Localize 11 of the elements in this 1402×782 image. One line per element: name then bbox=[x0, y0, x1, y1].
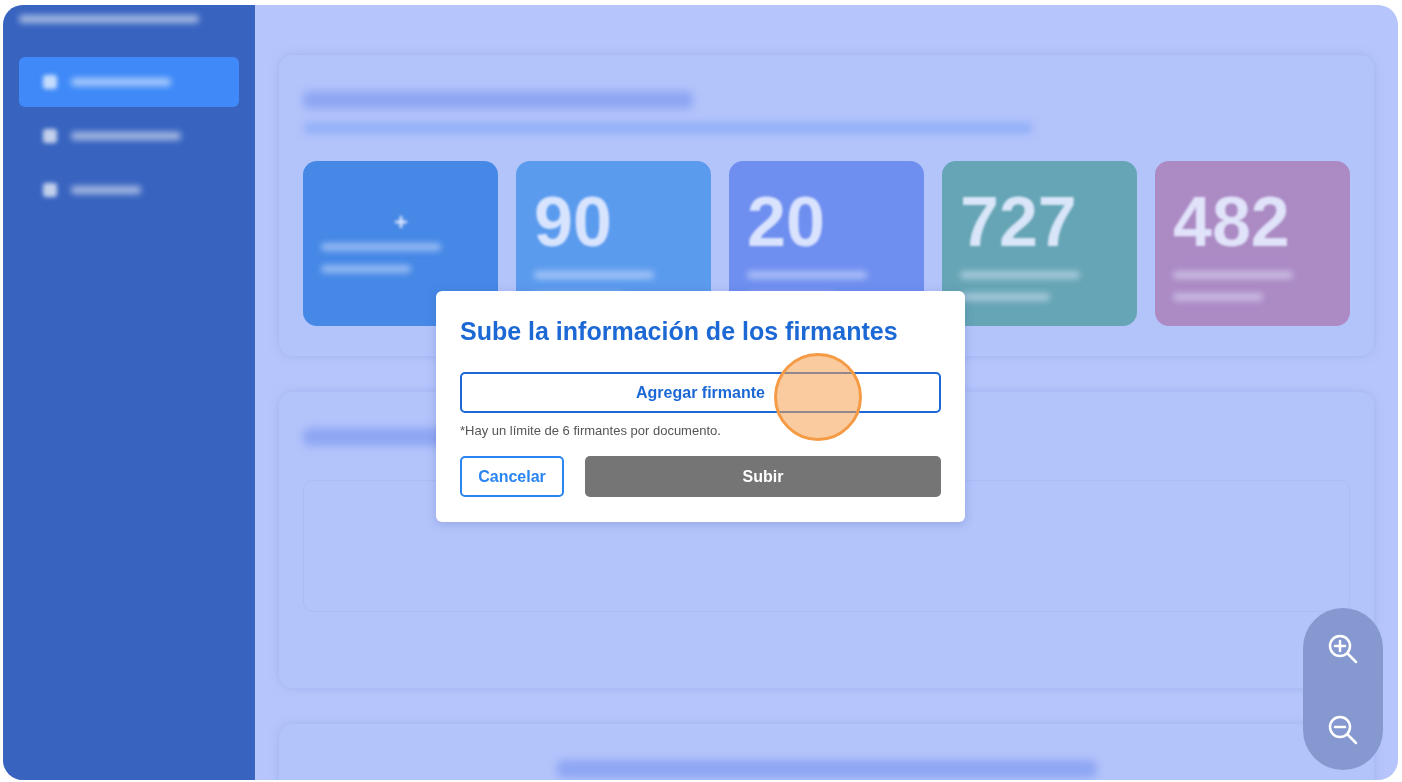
stat-number: 482 bbox=[1173, 186, 1291, 257]
add-signer-button[interactable]: Agregar firmante bbox=[460, 372, 941, 413]
limit-note: *Hay un límite de 6 firmantes por documento. bbox=[460, 423, 722, 438]
stat-card[interactable]: 482 bbox=[1155, 161, 1350, 326]
stat-number: 20 bbox=[747, 186, 826, 257]
plus-icon bbox=[393, 214, 408, 229]
sidebar-item[interactable] bbox=[19, 57, 239, 107]
stat-number: 90 bbox=[534, 186, 613, 257]
stat-card[interactable]: 727 bbox=[942, 161, 1137, 326]
stat-number: 727 bbox=[960, 186, 1078, 257]
cancel-button[interactable]: Cancelar bbox=[460, 456, 564, 497]
